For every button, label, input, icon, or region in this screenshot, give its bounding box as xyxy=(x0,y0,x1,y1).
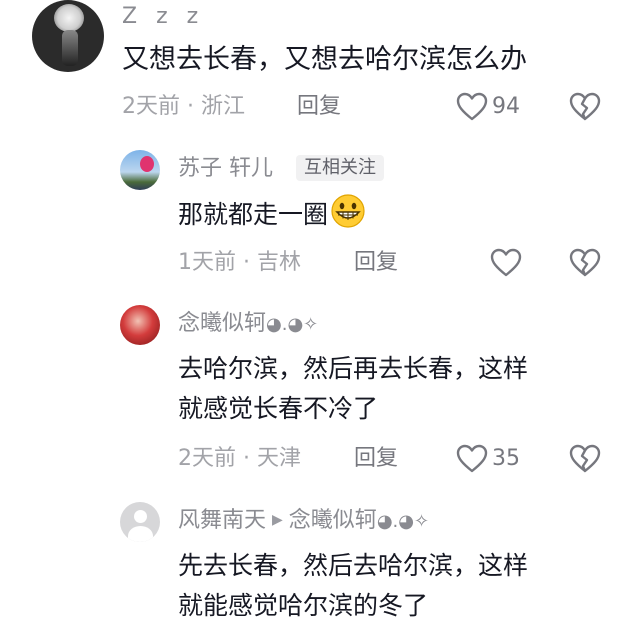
reply-button[interactable]: 回复 xyxy=(297,96,341,118)
comment-text: 又想去长春，又想去哈尔滨怎么办 xyxy=(122,44,527,75)
mutual-follow-badge: 互相关注 xyxy=(296,155,384,181)
reply-time-location: 2天前 · 天津 xyxy=(178,446,301,471)
reply-username[interactable]: 风舞南天 ▶ 念曦似轲◕.◕✧ xyxy=(178,510,429,532)
reply-username-text: 风舞南天 xyxy=(178,508,267,533)
reply-to-username[interactable]: 念曦似轲 xyxy=(289,508,377,533)
avatar[interactable] xyxy=(120,150,160,190)
comment-username[interactable]: Z z z xyxy=(122,6,204,28)
heart-icon xyxy=(456,92,488,121)
reply-username[interactable]: 苏子 轩儿 xyxy=(178,158,273,180)
reply-text-line-2: 就能感觉哈尔滨的冬了 xyxy=(178,591,429,620)
dislike-button[interactable] xyxy=(569,444,601,478)
reply-button[interactable]: 回复 xyxy=(354,252,398,274)
like-button[interactable]: 94 xyxy=(456,92,520,122)
dislike-button[interactable] xyxy=(569,92,601,126)
like-count: 94 xyxy=(492,94,520,119)
reply-text-content: 那就都走一圈 xyxy=(178,200,329,229)
reply-username[interactable]: 念曦似轲◕.◕✧ xyxy=(178,313,318,335)
avatar[interactable] xyxy=(120,305,160,345)
grinning-face-icon xyxy=(330,193,366,241)
reply-text-line-2: 就感觉长春不冷了 xyxy=(178,394,379,423)
reply-text-line-1: 去哈尔滨，然后再去长春，这样 xyxy=(178,354,529,383)
broken-heart-icon xyxy=(569,248,601,277)
reply-text-line-1: 先去长春，然后去哈尔滨，这样 xyxy=(178,551,529,580)
broken-heart-icon xyxy=(569,444,601,473)
heart-icon xyxy=(456,444,488,473)
like-button[interactable]: 35 xyxy=(456,444,520,474)
heart-icon xyxy=(490,248,522,277)
username-decoration: ◕.◕✧ xyxy=(376,511,430,532)
reply-time-location: 1天前 · 吉林 xyxy=(178,250,301,275)
reply-arrow-icon: ▶ xyxy=(272,512,283,528)
reply-button[interactable]: 回复 xyxy=(354,448,398,470)
like-count: 35 xyxy=(492,446,520,471)
like-button[interactable] xyxy=(490,248,522,278)
dislike-button[interactable] xyxy=(569,248,601,282)
reply-username-text: 念曦似轲 xyxy=(178,311,267,336)
broken-heart-icon xyxy=(569,92,601,121)
comment-time-location: 2天前 · 浙江 xyxy=(122,94,245,119)
username-decoration: ◕.◕✧ xyxy=(266,314,319,335)
reply-text: 那就都走一圈 xyxy=(178,193,366,241)
avatar[interactable] xyxy=(32,0,104,72)
avatar[interactable] xyxy=(120,502,160,542)
